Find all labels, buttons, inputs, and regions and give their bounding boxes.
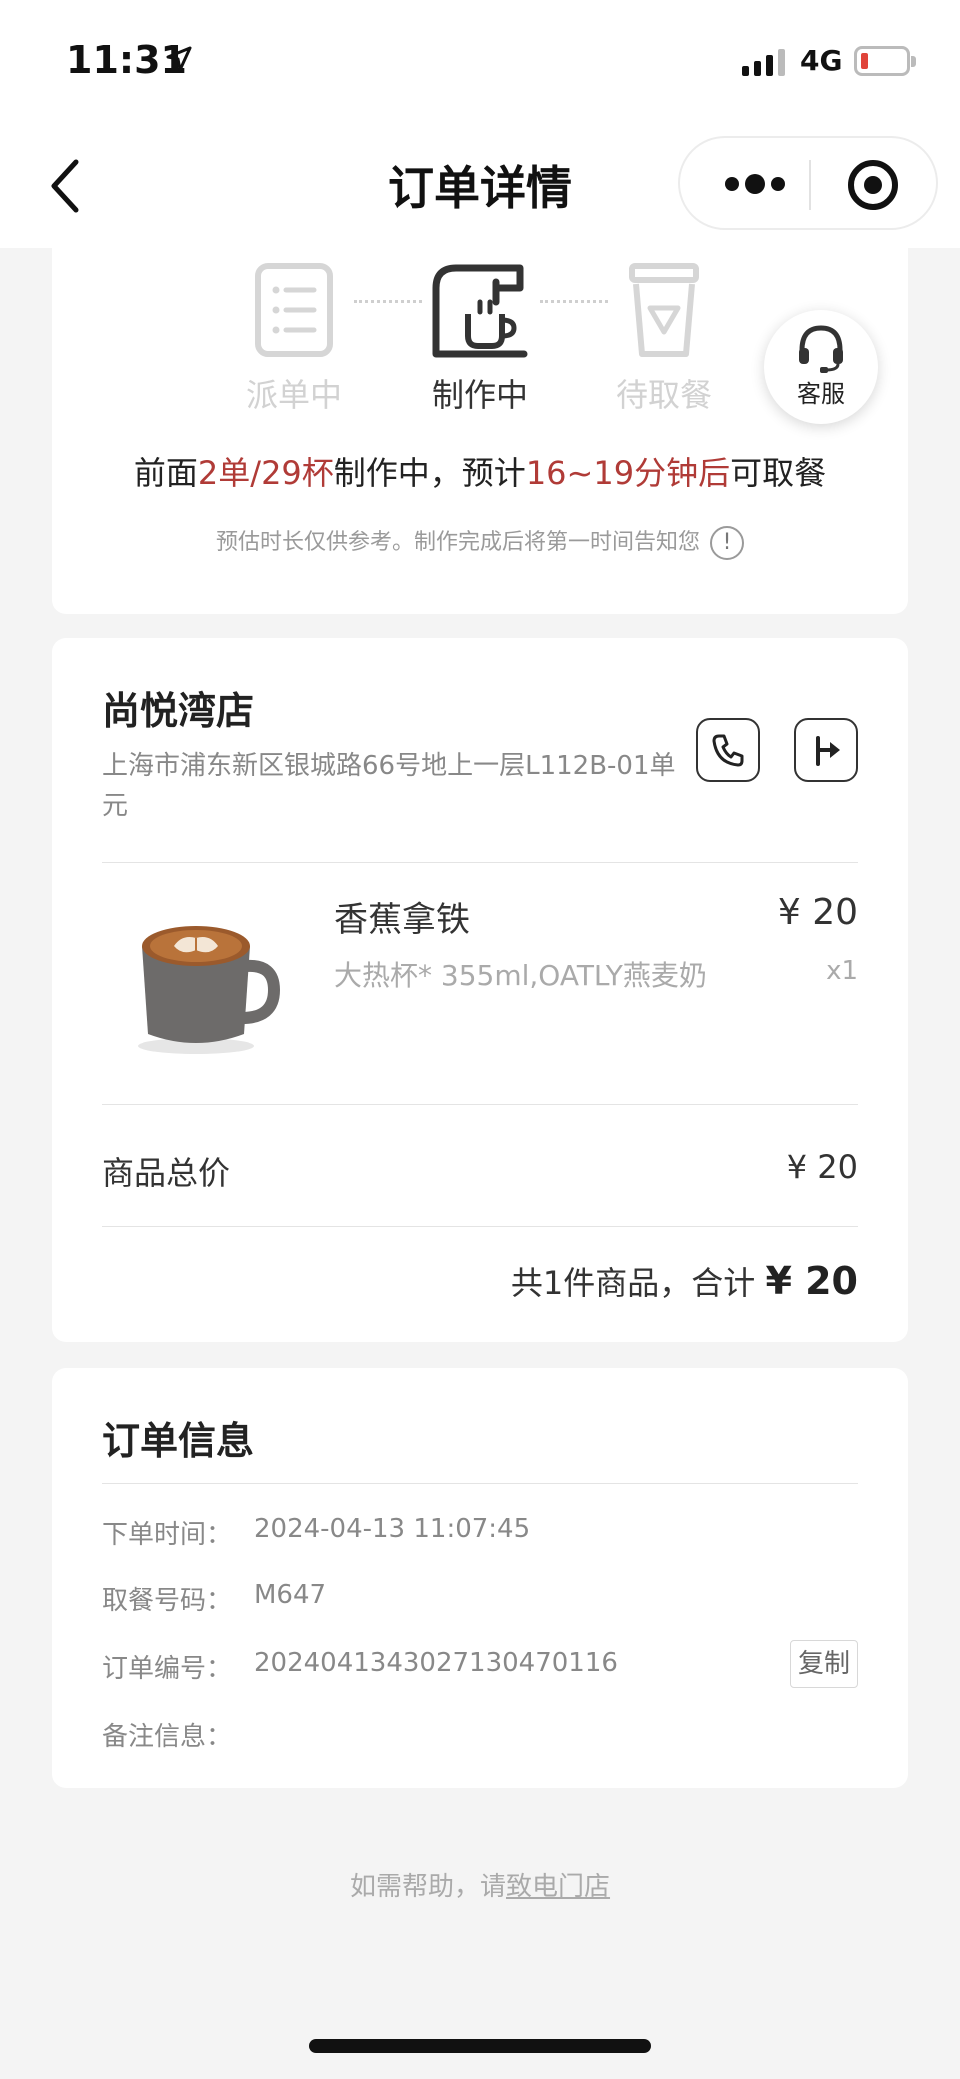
navigation-icon [816,736,840,766]
product-name: 香蕉拿铁 [334,900,470,940]
divider [102,1226,858,1227]
subtotal-value: ¥ 20 [786,1148,858,1186]
help-text: 如需帮助，请致电门店 [0,1866,960,1903]
order-number-value: 2024041343027130470116 [254,1648,618,1678]
target-icon[interactable] [846,158,900,212]
customer-service-button[interactable]: 客服 [764,310,878,424]
capsule-divider [809,160,811,210]
product-quantity: x1 [826,956,858,986]
network-type: 4G [800,44,843,77]
step-label: 待取餐 [615,376,712,414]
order-time-label: 下单时间： [102,1520,233,1550]
more-dots-icon[interactable] [720,166,790,202]
total-amount: ¥ 20 [765,1259,858,1303]
divider [102,1483,858,1484]
call-store-button[interactable] [696,718,760,782]
help-prefix: 如需帮助，请 [349,1872,506,1902]
order-list-icon [255,263,333,357]
step-pickup: 待取餐 [594,262,734,416]
step-making: 制作中 [410,262,550,416]
order-total: 共1件商品，合计 ¥ 20 [511,1258,858,1304]
progress-card: 派单中 制作中 待取餐 客服 前面2单/29杯制作中，预计16~19分钟后可取餐… [52,248,908,614]
store-name: 尚悦湾店 [102,689,255,733]
step-label: 派单中 [245,376,342,414]
battery-icon [854,46,916,76]
info-icon[interactable]: ! [710,526,744,560]
eta-queue: 2单/29杯 [197,454,334,492]
order-info-title: 订单信息 [102,1419,255,1463]
product-price: ¥ 20 [777,892,858,933]
coffee-machine-icon [432,264,528,358]
subtotal-label: 商品总价 [102,1154,231,1192]
miniprogram-capsule [678,136,938,230]
pickup-code-value: M647 [254,1580,327,1610]
remark-label: 备注信息： [102,1722,233,1752]
step-label: 制作中 [431,376,528,414]
eta-suffix: 可取餐 [730,454,827,492]
pickup-code-label: 取餐号码： [102,1586,233,1616]
location-arrow-icon [166,46,192,72]
product-spec: 大热杯* 355ml,OATLY燕麦奶 [334,959,707,992]
step-dispatching: 派单中 [224,262,364,416]
back-chevron-icon[interactable] [40,150,100,220]
order-info-card: 订单信息 下单时间： 2024-04-13 11:07:45 取餐号码： M64… [52,1368,908,1788]
divider [102,1104,858,1105]
nav-bar: 订单详情 [0,120,960,248]
total-text: 共1件商品，合计 [510,1264,766,1302]
navigate-button[interactable] [794,718,858,782]
latte-cup-image [138,926,281,1054]
divider [102,862,858,863]
signal-icon [742,46,785,76]
copy-order-number-button[interactable]: 复制 [790,1640,858,1688]
eta-message: 前面2单/29杯制作中，预计16~19分钟后可取餐 [52,448,908,494]
phone-icon [712,734,744,767]
status-bar: 11:31 4G [0,0,960,120]
order-time-value: 2024-04-13 11:07:45 [254,1514,531,1544]
order-number-label: 订单编号： [102,1654,233,1684]
call-store-link[interactable]: 致电门店 [506,1872,610,1902]
store-address: 上海市浦东新区银城路66号地上一层L112B-01单元 [102,751,676,821]
eta-middle: 制作中，预计 [333,454,526,492]
home-indicator [309,2039,651,2053]
customer-service-label: 客服 [797,380,845,408]
headset-icon [799,325,843,373]
eta-time: 16~19分钟后 [525,454,731,492]
eta-note: 预估时长仅供参考。制作完成后将第一时间告知您! [52,524,908,560]
eta-note-text: 预估时长仅供参考。制作完成后将第一时间告知您 [215,530,700,555]
store-card: 尚悦湾店 上海市浦东新区银城路66号地上一层L112B-01单元 香蕉拿铁 大热… [52,638,908,1342]
pickup-cup-icon [629,263,699,357]
eta-prefix: 前面 [133,454,198,492]
